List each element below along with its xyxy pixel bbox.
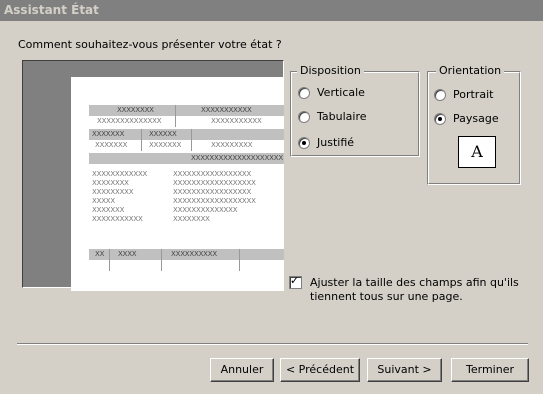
preview-text: XXXXXXXXXXXXXX (97, 117, 162, 125)
adjust-fields-checkbox-row[interactable]: Ajuster la taille des champs afin qu'ils… (289, 274, 519, 304)
orientation-group: Orientation Portrait Paysage A (427, 64, 521, 185)
preview-divider (191, 129, 192, 151)
preview-text: XXXXXXXXXXXXXXXXXX (173, 197, 256, 205)
radio-verticale[interactable]: Verticale (298, 86, 365, 99)
preview-divider (239, 249, 240, 271)
disposition-legend: Disposition (297, 64, 364, 77)
radio-button[interactable] (434, 112, 446, 125)
previous-button[interactable]: < Précédent (280, 358, 360, 382)
prompt-text: Comment souhaitez-vous présenter votre é… (18, 38, 282, 51)
adjust-fields-label-line1: Ajuster la taille des champs afin qu'ils (310, 276, 519, 289)
preview-text: XXXXXXXXXX (171, 250, 217, 258)
preview-text: XXXXXXXXXXXXXXXXXXXX (191, 154, 283, 162)
layout-preview: XXXXXXXX XXXXXXXXXXX XXXXXXXXXXXXXX XXXX… (22, 60, 284, 291)
preview-text: XXXXXXXX (173, 215, 210, 223)
window-title: Assistant État (0, 0, 543, 21)
preview-divider (161, 249, 162, 271)
orientation-legend: Orientation (436, 64, 505, 77)
preview-text: XXXXXXXXX (92, 188, 134, 196)
radio-portrait[interactable]: Portrait (434, 88, 493, 101)
preview-text: XXXXXXX (92, 206, 125, 214)
preview-text: XXXXXXXXXXXX (92, 170, 148, 178)
preview-text: XXXXXXXX (117, 106, 154, 114)
adjust-fields-label-line2: tiennent tous sur une page. (310, 290, 463, 303)
radio-button[interactable] (298, 110, 310, 123)
preview-text: XXXXXXXXXXXXXXXXX (173, 188, 252, 196)
next-button[interactable]: Suivant > (367, 358, 442, 382)
radio-button[interactable] (298, 136, 310, 149)
radio-label: Justifié (317, 136, 355, 149)
preview-text: XXXXXXX (149, 141, 182, 149)
button-separator (17, 343, 528, 345)
adjust-fields-checkbox[interactable] (289, 274, 302, 289)
preview-text: XX (95, 250, 105, 258)
finish-button[interactable]: Terminer (451, 358, 529, 382)
adjust-fields-label: Ajuster la taille des champs afin qu'ils… (310, 276, 519, 304)
radio-label: Portrait (453, 88, 494, 101)
radio-tabulaire[interactable]: Tabulaire (298, 110, 367, 123)
preview-text: XXXXXXXXXXXXXXXXX (173, 170, 252, 178)
preview-text: XXXX (118, 250, 137, 258)
preview-text: XXXXXXXXXXXXXX (173, 206, 238, 214)
preview-text: XXXXX (92, 197, 115, 205)
radio-label: Tabulaire (317, 110, 367, 123)
radio-label: Paysage (453, 112, 499, 125)
report-wizard-window: Assistant État Comment souhaitez-vous pr… (0, 0, 543, 394)
preview-text: XXXXXXXX (92, 179, 129, 187)
preview-divider (109, 249, 110, 271)
preview-text: XXXXXXX (92, 130, 125, 138)
disposition-group: Disposition Verticale Tabulaire Justifié (290, 64, 420, 157)
radio-justifie[interactable]: Justifié (298, 136, 354, 149)
landscape-page-icon: A (458, 136, 496, 168)
radio-label: Verticale (317, 86, 365, 99)
radio-paysage[interactable]: Paysage (434, 112, 499, 125)
preview-text: XXXXXXXXX (211, 141, 253, 149)
preview-divider (141, 129, 142, 151)
radio-button[interactable] (434, 88, 446, 101)
radio-button[interactable] (298, 86, 310, 99)
preview-text: XXXXXXXXXXXXXXXXXX (173, 179, 256, 187)
preview-divider (175, 105, 176, 127)
preview-text: XXXXXXXXXXX (92, 215, 143, 223)
preview-text: XXXXXX (149, 130, 177, 138)
cancel-button[interactable]: Annuler (210, 358, 274, 382)
preview-text: XXXXXXXXXXX (211, 117, 262, 125)
preview-page: XXXXXXXX XXXXXXXXXXX XXXXXXXXXXXXXX XXXX… (71, 77, 284, 291)
preview-text: XXXXXXX (95, 141, 128, 149)
preview-text: XXXXXXXXXXX (201, 106, 252, 114)
